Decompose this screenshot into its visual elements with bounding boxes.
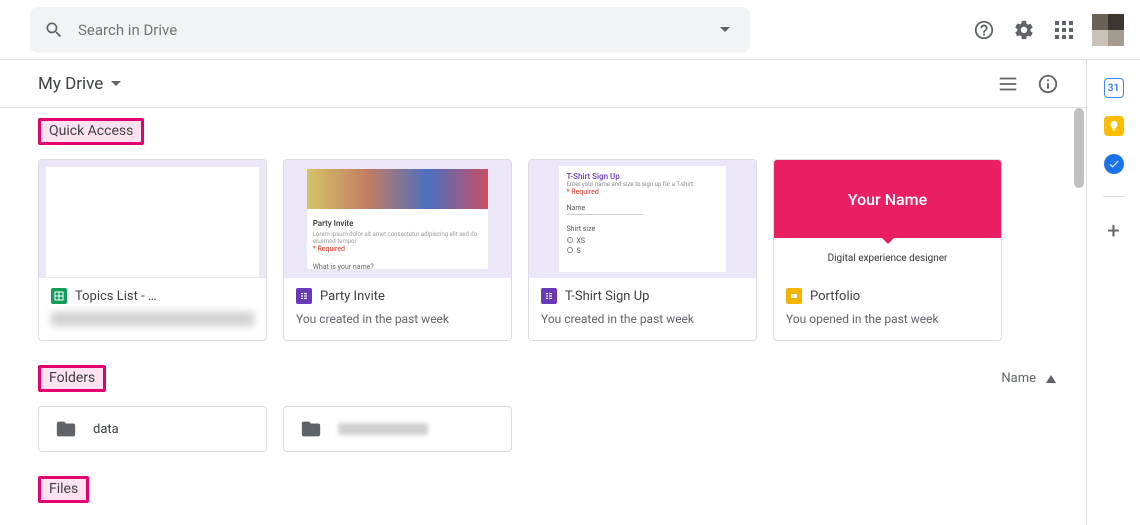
search-icon [44, 20, 64, 40]
search-options-dropdown-icon[interactable] [720, 27, 730, 32]
gear-icon [1013, 19, 1035, 41]
qa-title: Party Invite [320, 289, 385, 304]
search-input[interactable] [78, 21, 720, 39]
content-scroll[interactable]: Quick Access Topics List - [0, 108, 1086, 525]
sort-label: Name [1001, 371, 1036, 386]
qa-card-party-invite[interactable]: Party Invite Lorem ipsum dolor sit amet … [283, 159, 512, 341]
folder-icon [300, 418, 322, 440]
search-box[interactable] [30, 7, 750, 53]
account-avatar[interactable] [1092, 14, 1124, 46]
folder-redacted[interactable] [283, 406, 512, 452]
folder-icon [55, 418, 77, 440]
arrow-up-icon [1046, 375, 1056, 383]
tasks-icon [1108, 158, 1120, 170]
chevron-down-icon [111, 81, 121, 86]
slides-icon [786, 288, 802, 304]
settings-button[interactable] [1004, 10, 1044, 50]
folder-data[interactable]: data [38, 406, 267, 452]
qa-title: Topics List - [75, 289, 254, 304]
sheets-icon [51, 288, 67, 304]
calendar-app-button[interactable]: 31 [1104, 78, 1124, 98]
qa-thumb [39, 160, 266, 278]
keep-app-button[interactable] [1104, 116, 1124, 136]
qa-thumb: Your Name Digital experience designer [774, 160, 1001, 278]
help-button[interactable] [964, 10, 1004, 50]
scrollbar[interactable] [1072, 108, 1086, 525]
details-button[interactable] [1028, 64, 1068, 104]
section-quick-access: Quick Access [38, 118, 144, 145]
tasks-app-button[interactable] [1104, 154, 1124, 174]
forms-icon [541, 288, 557, 304]
folder-name-redacted [338, 423, 428, 435]
add-addon-button[interactable]: + [1107, 219, 1119, 244]
google-apps-button[interactable] [1044, 10, 1084, 50]
qa-subtitle: You created in the past week [541, 312, 744, 326]
folders-row: data [38, 406, 1086, 452]
qa-subtitle: You created in the past week [296, 312, 499, 326]
sort-control[interactable]: Name [1001, 371, 1056, 386]
qa-title: Portfolio [810, 289, 860, 304]
qa-thumb: Party Invite Lorem ipsum dolor sit amet … [284, 160, 511, 278]
side-panel: 31 + [1086, 60, 1140, 525]
apps-grid-icon [1055, 21, 1073, 39]
folder-name: data [93, 422, 119, 437]
qa-card-portfolio[interactable]: Your Name Digital experience designer Po… [773, 159, 1002, 341]
breadcrumb-label: My Drive [38, 74, 103, 94]
list-view-button[interactable] [988, 64, 1028, 104]
side-divider [1103, 196, 1125, 197]
breadcrumb-bar: My Drive [0, 60, 1086, 108]
qa-thumb: T-Shirt Sign Up Enter your name and size… [529, 160, 756, 278]
qa-card-topics-list[interactable]: Topics List - [38, 159, 267, 341]
forms-icon [296, 288, 312, 304]
breadcrumb-mydrive[interactable]: My Drive [38, 74, 127, 94]
qa-subtitle-redacted [51, 312, 254, 326]
quick-access-row: Topics List - Party Invite Lorem ipsum d… [38, 159, 1086, 341]
qa-title: T-Shirt Sign Up [565, 289, 649, 304]
qa-card-tshirt[interactable]: T-Shirt Sign Up Enter your name and size… [528, 159, 757, 341]
top-bar [0, 0, 1140, 60]
keep-icon [1108, 120, 1120, 132]
info-icon [1037, 73, 1059, 95]
help-icon [973, 19, 995, 41]
main-region: My Drive Quick Access Topics Lis [0, 60, 1086, 525]
list-view-icon [997, 73, 1019, 95]
qa-subtitle: You opened in the past week [786, 312, 989, 326]
section-files: Files [38, 476, 89, 503]
calendar-icon: 31 [1108, 83, 1119, 94]
section-folders: Folders [38, 365, 106, 392]
